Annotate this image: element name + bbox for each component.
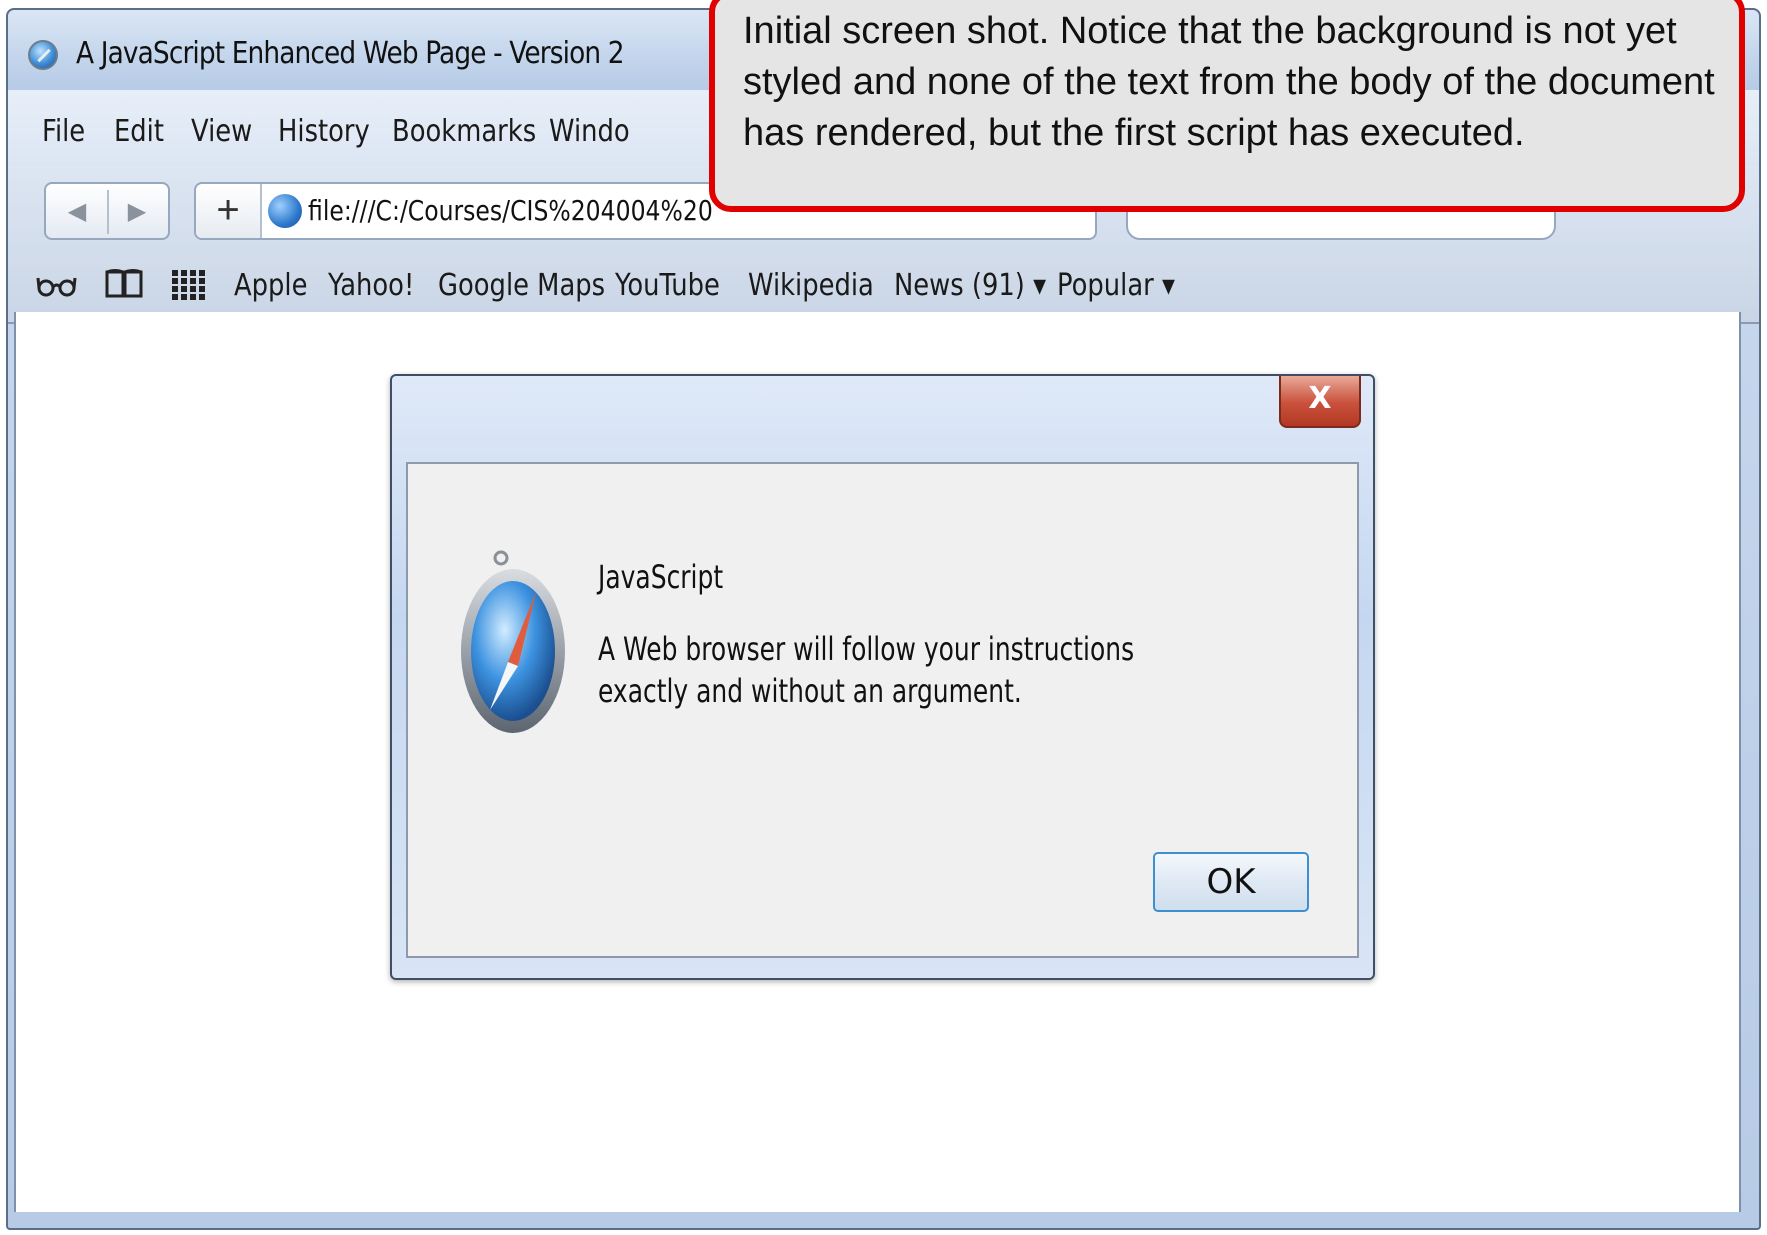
menu-file[interactable]: File bbox=[42, 114, 85, 149]
nav-button-group: ◀ ▶ bbox=[44, 182, 170, 240]
bookmark-yahoo[interactable]: Yahoo! bbox=[328, 268, 414, 303]
dialog-message: A Web browser will follow your instructi… bbox=[598, 630, 1135, 710]
nav-divider bbox=[107, 190, 109, 234]
close-button[interactable]: X bbox=[1279, 376, 1361, 428]
annotation-callout: Initial screen shot. Notice that the bac… bbox=[709, 0, 1745, 212]
callout-text: Initial screen shot. Notice that the bac… bbox=[743, 10, 1715, 154]
add-bookmark-button[interactable]: + bbox=[196, 184, 262, 238]
menu-history[interactable]: History bbox=[278, 114, 370, 149]
bookmark-apple[interactable]: Apple bbox=[234, 268, 307, 303]
safari-app-icon bbox=[28, 40, 58, 70]
javascript-alert-dialog: X JavaScript A Web browser will follow y… bbox=[390, 374, 1375, 980]
safari-compass-icon bbox=[461, 550, 565, 733]
bookmark-news[interactable]: News (91) ▾ bbox=[894, 268, 1046, 303]
forward-button[interactable]: ▶ bbox=[112, 192, 162, 232]
bookmark-youtube[interactable]: YouTube bbox=[615, 268, 720, 303]
dialog-heading: JavaScript bbox=[598, 558, 724, 596]
menu-view[interactable]: View bbox=[191, 114, 252, 149]
dialog-body: JavaScript A Web browser will follow you… bbox=[406, 462, 1359, 958]
ok-button[interactable]: OK bbox=[1153, 852, 1309, 912]
back-button[interactable]: ◀ bbox=[52, 192, 102, 232]
bookmark-google-maps[interactable]: Google Maps bbox=[438, 268, 605, 303]
globe-icon bbox=[268, 194, 302, 228]
window-title: A JavaScript Enhanced Web Page - Version… bbox=[76, 36, 625, 71]
address-text[interactable]: file:///C:/Courses/CIS%204004%20 bbox=[308, 194, 713, 227]
reading-glasses-icon[interactable] bbox=[36, 270, 78, 309]
menu-window[interactable]: Windo bbox=[549, 114, 630, 149]
book-icon[interactable] bbox=[104, 268, 144, 309]
grid-icon[interactable] bbox=[172, 270, 206, 309]
menu-edit[interactable]: Edit bbox=[114, 114, 164, 149]
bookmark-popular[interactable]: Popular ▾ bbox=[1057, 268, 1175, 303]
bookmark-wikipedia[interactable]: Wikipedia bbox=[748, 268, 874, 303]
menu-bookmarks[interactable]: Bookmarks bbox=[392, 114, 536, 149]
